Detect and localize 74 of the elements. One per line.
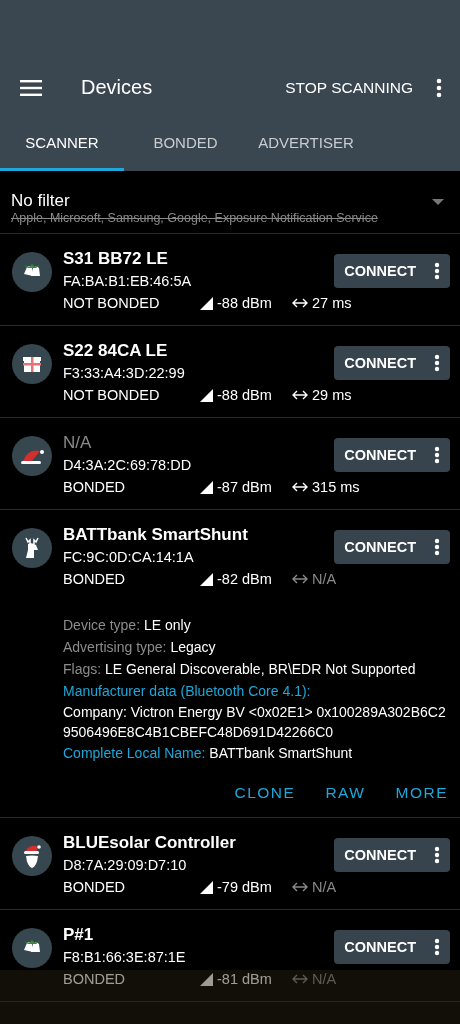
interval-value: N/A [312, 570, 337, 589]
connect-button[interactable]: CONNECT [334, 930, 450, 964]
device-name: BLUEsolar Controller [63, 832, 237, 854]
more-icon[interactable] [434, 446, 440, 464]
bond-state: NOT BONDED [63, 386, 161, 405]
device-address: D4:3A:2C:69:78:DD [63, 456, 193, 475]
deer-icon [12, 528, 52, 568]
tab[interactable]: ADVERTISER [247, 120, 365, 171]
device-address: D8:7A:29:09:D7:10 [63, 856, 188, 875]
signal-icon [200, 972, 213, 986]
rssi-value: -88 dBm [217, 294, 272, 313]
bond-state: BONDED [63, 970, 127, 989]
signal-icon [200, 880, 213, 894]
action-button[interactable]: MORE [395, 780, 448, 806]
signal-icon [200, 480, 213, 494]
device-name: P#1 [63, 924, 95, 946]
filter-dropdown[interactable]: No filter Apple, Microsoft, Samsung, Google, Exposure Notification Service [0, 171, 460, 234]
tab[interactable]: SCANNER [0, 120, 124, 171]
rssi-value: -82 dBm [217, 570, 272, 589]
interval-value: 29 ms [312, 386, 352, 405]
bond-state: BONDED [63, 878, 127, 897]
connect-button[interactable]: CONNECT [334, 438, 450, 472]
rssi-value: -88 dBm [217, 386, 272, 405]
connect-button[interactable]: CONNECT [334, 838, 450, 872]
bond-state: NOT BONDED [63, 294, 161, 313]
rssi-value: -79 dBm [217, 878, 272, 897]
caret-icon [432, 199, 444, 205]
device-address: FC:9C:0D:CA:14:1A [63, 548, 195, 567]
more-icon[interactable] [434, 538, 440, 556]
signal-icon [200, 572, 213, 586]
app-title: Devices [81, 76, 154, 99]
bells-icon [12, 252, 52, 292]
hat-icon [12, 436, 52, 476]
detail-line: Advertising type: Legacy [63, 638, 217, 657]
interval-value: N/A [312, 970, 337, 989]
bond-state: BONDED [63, 570, 127, 589]
section-heading: Manufacturer data (Bluetooth Core 4.1): [63, 682, 312, 701]
detail-line: Flags: LE General Discoverable, BR\EDR Not Supported [63, 660, 417, 679]
signal-icon [200, 296, 213, 310]
santa-icon [12, 836, 52, 876]
more-icon[interactable] [434, 938, 440, 956]
device-address: F8:B1:66:3E:87:1E [63, 948, 187, 967]
manufacturer-data: Company: Victron Energy BV <0x02E1> 0x100289A302B6C29506496E8C4B1CBEFC48D691D42266C0 [63, 703, 447, 742]
device-address: F3:33:A4:3D:22:99 [63, 364, 186, 383]
interval-value: 27 ms [312, 294, 352, 313]
rssi-value: -87 dBm [217, 478, 272, 497]
bond-state: BONDED [63, 478, 127, 497]
device-name: S22 84CA LE [63, 340, 169, 362]
connect-button[interactable]: CONNECT [334, 530, 450, 564]
device-name: S31 BB72 LE [63, 248, 169, 270]
tab[interactable]: BONDED [124, 120, 247, 171]
signal-icon [200, 388, 213, 402]
action-button[interactable]: CLONE [234, 780, 296, 806]
gift-icon [12, 344, 52, 384]
bells-icon [12, 928, 52, 968]
device-name: BATTbank SmartShunt [63, 524, 249, 546]
more-icon[interactable] [434, 846, 440, 864]
detail-line: Complete Local Name: BATTbank SmartShunt [63, 744, 354, 763]
menu-icon[interactable] [20, 79, 42, 96]
device-name: N/A [63, 432, 93, 454]
action-button[interactable]: RAW [325, 780, 366, 806]
detail-line: Device type: LE only [63, 616, 192, 635]
device-address: FA:BA:B1:EB:46:5A [63, 272, 193, 291]
more-icon[interactable] [434, 354, 440, 372]
interval-value: 315 ms [312, 478, 360, 497]
connect-button[interactable]: CONNECT [334, 346, 450, 380]
connect-button[interactable]: CONNECT [334, 254, 450, 288]
interval-value: N/A [312, 878, 337, 897]
more-icon[interactable] [436, 77, 442, 98]
more-icon[interactable] [434, 262, 440, 280]
filter-value: No filter [11, 191, 71, 211]
stop-scanning-button[interactable]: STOP SCANNING [285, 78, 413, 97]
rssi-value: -81 dBm [217, 970, 272, 989]
excluded-filter-list: Apple, Microsoft, Samsung, Google, Exposure Notification Service [11, 211, 432, 225]
